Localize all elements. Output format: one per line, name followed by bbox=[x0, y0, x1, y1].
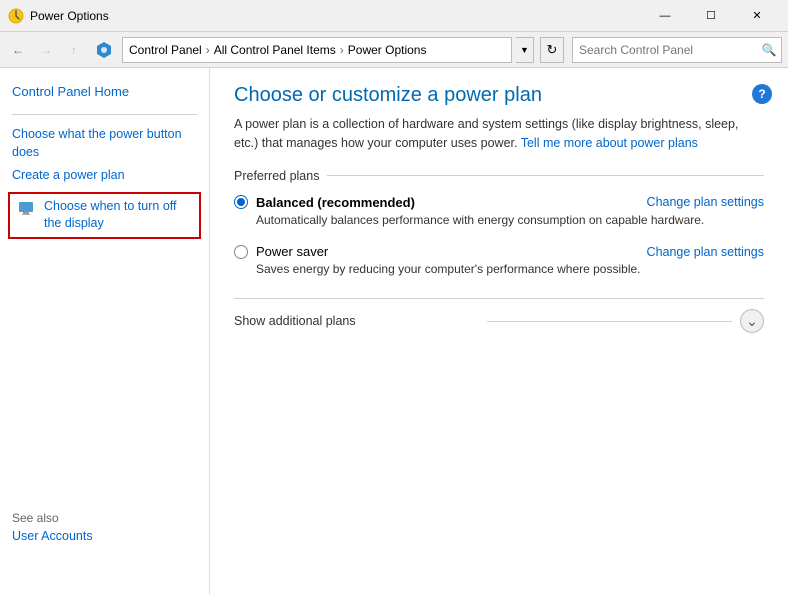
up-button[interactable]: ↑ bbox=[62, 38, 86, 62]
close-button[interactable]: ✕ bbox=[734, 0, 780, 32]
plan-desc-power-saver: Saves energy by reducing your computer's… bbox=[256, 261, 764, 278]
preferred-plans-header: Preferred plans bbox=[234, 169, 764, 183]
content-description: A power plan is a collection of hardware… bbox=[234, 115, 754, 153]
breadcrumb-control-panel[interactable]: Control Panel bbox=[129, 43, 202, 57]
plan-header-power-saver: Power saver Change plan settings bbox=[234, 244, 764, 259]
change-settings-power-saver[interactable]: Change plan settings bbox=[647, 245, 764, 259]
sidebar-item-turn-off-display[interactable]: Choose when to turn off the display bbox=[8, 192, 201, 239]
turn-off-display-label: Choose when to turn off the display bbox=[44, 198, 191, 233]
show-additional-label: Show additional plans bbox=[234, 314, 479, 328]
expand-additional-plans-button[interactable]: ⌄ bbox=[740, 309, 764, 333]
content-title: Choose or customize a power plan bbox=[234, 84, 764, 107]
sidebar-home-link[interactable]: Control Panel Home bbox=[0, 80, 209, 104]
sidebar-item-create-plan[interactable]: Create a power plan bbox=[0, 164, 209, 188]
address-path: Control Panel › All Control Panel Items … bbox=[122, 37, 512, 63]
forward-button[interactable]: → bbox=[34, 38, 58, 62]
maximize-button[interactable]: ☐ bbox=[688, 0, 734, 32]
path-dropdown-button[interactable]: ▼ bbox=[516, 37, 534, 63]
app-icon bbox=[8, 8, 24, 24]
plan-header-balanced: Balanced (recommended) Change plan setti… bbox=[234, 195, 764, 210]
sidebar-user-accounts-link[interactable]: User Accounts bbox=[12, 529, 197, 543]
window-controls: — ☐ ✕ bbox=[642, 0, 780, 32]
sidebar: Control Panel Home Choose what the power… bbox=[0, 68, 210, 595]
title-bar: Power Options — ☐ ✕ bbox=[0, 0, 788, 32]
plan-desc-balanced: Automatically balances performance with … bbox=[256, 212, 764, 229]
section-line bbox=[327, 175, 764, 176]
radio-balanced[interactable] bbox=[234, 195, 248, 209]
learn-more-link[interactable]: Tell me more about power plans bbox=[521, 136, 698, 150]
location-icon bbox=[94, 40, 114, 60]
sidebar-item-power-button[interactable]: Choose what the power button does bbox=[0, 123, 209, 164]
preferred-plans-label: Preferred plans bbox=[234, 169, 319, 183]
plan-item-power-saver: Power saver Change plan settings Saves e… bbox=[234, 244, 764, 278]
window-title: Power Options bbox=[30, 9, 642, 23]
plan-item-balanced: Balanced (recommended) Change plan setti… bbox=[234, 195, 764, 229]
back-button[interactable]: ← bbox=[6, 38, 30, 62]
sidebar-divider-1 bbox=[12, 114, 197, 115]
radio-power-saver[interactable] bbox=[234, 245, 248, 259]
display-icon bbox=[18, 200, 38, 220]
content-area: ? Choose or customize a power plan A pow… bbox=[210, 68, 788, 595]
search-input[interactable] bbox=[573, 43, 757, 57]
main-container: Control Panel Home Choose what the power… bbox=[0, 68, 788, 595]
sidebar-content: Control Panel Home Choose what the power… bbox=[0, 68, 210, 255]
search-icon: 🔍 bbox=[757, 38, 781, 62]
refresh-button[interactable]: ↻ bbox=[540, 37, 564, 63]
search-box: 🔍 bbox=[572, 37, 782, 63]
sidebar-see-also: See also User Accounts bbox=[0, 499, 209, 555]
breadcrumb-all-items[interactable]: All Control Panel Items bbox=[214, 43, 336, 57]
minimize-button[interactable]: — bbox=[642, 0, 688, 32]
see-also-heading: See also bbox=[12, 511, 197, 525]
help-icon[interactable]: ? bbox=[752, 84, 772, 104]
show-additional-plans: Show additional plans ⌄ bbox=[234, 298, 764, 333]
chevron-down-icon: ⌄ bbox=[746, 314, 758, 328]
change-settings-balanced[interactable]: Change plan settings bbox=[647, 195, 764, 209]
breadcrumb-current: Power Options bbox=[348, 43, 427, 57]
plan-name-balanced: Balanced (recommended) bbox=[256, 195, 415, 210]
additional-line bbox=[487, 321, 732, 322]
address-bar: ← → ↑ Control Panel › All Control Panel … bbox=[0, 32, 788, 68]
plan-name-power-saver: Power saver bbox=[256, 244, 328, 259]
